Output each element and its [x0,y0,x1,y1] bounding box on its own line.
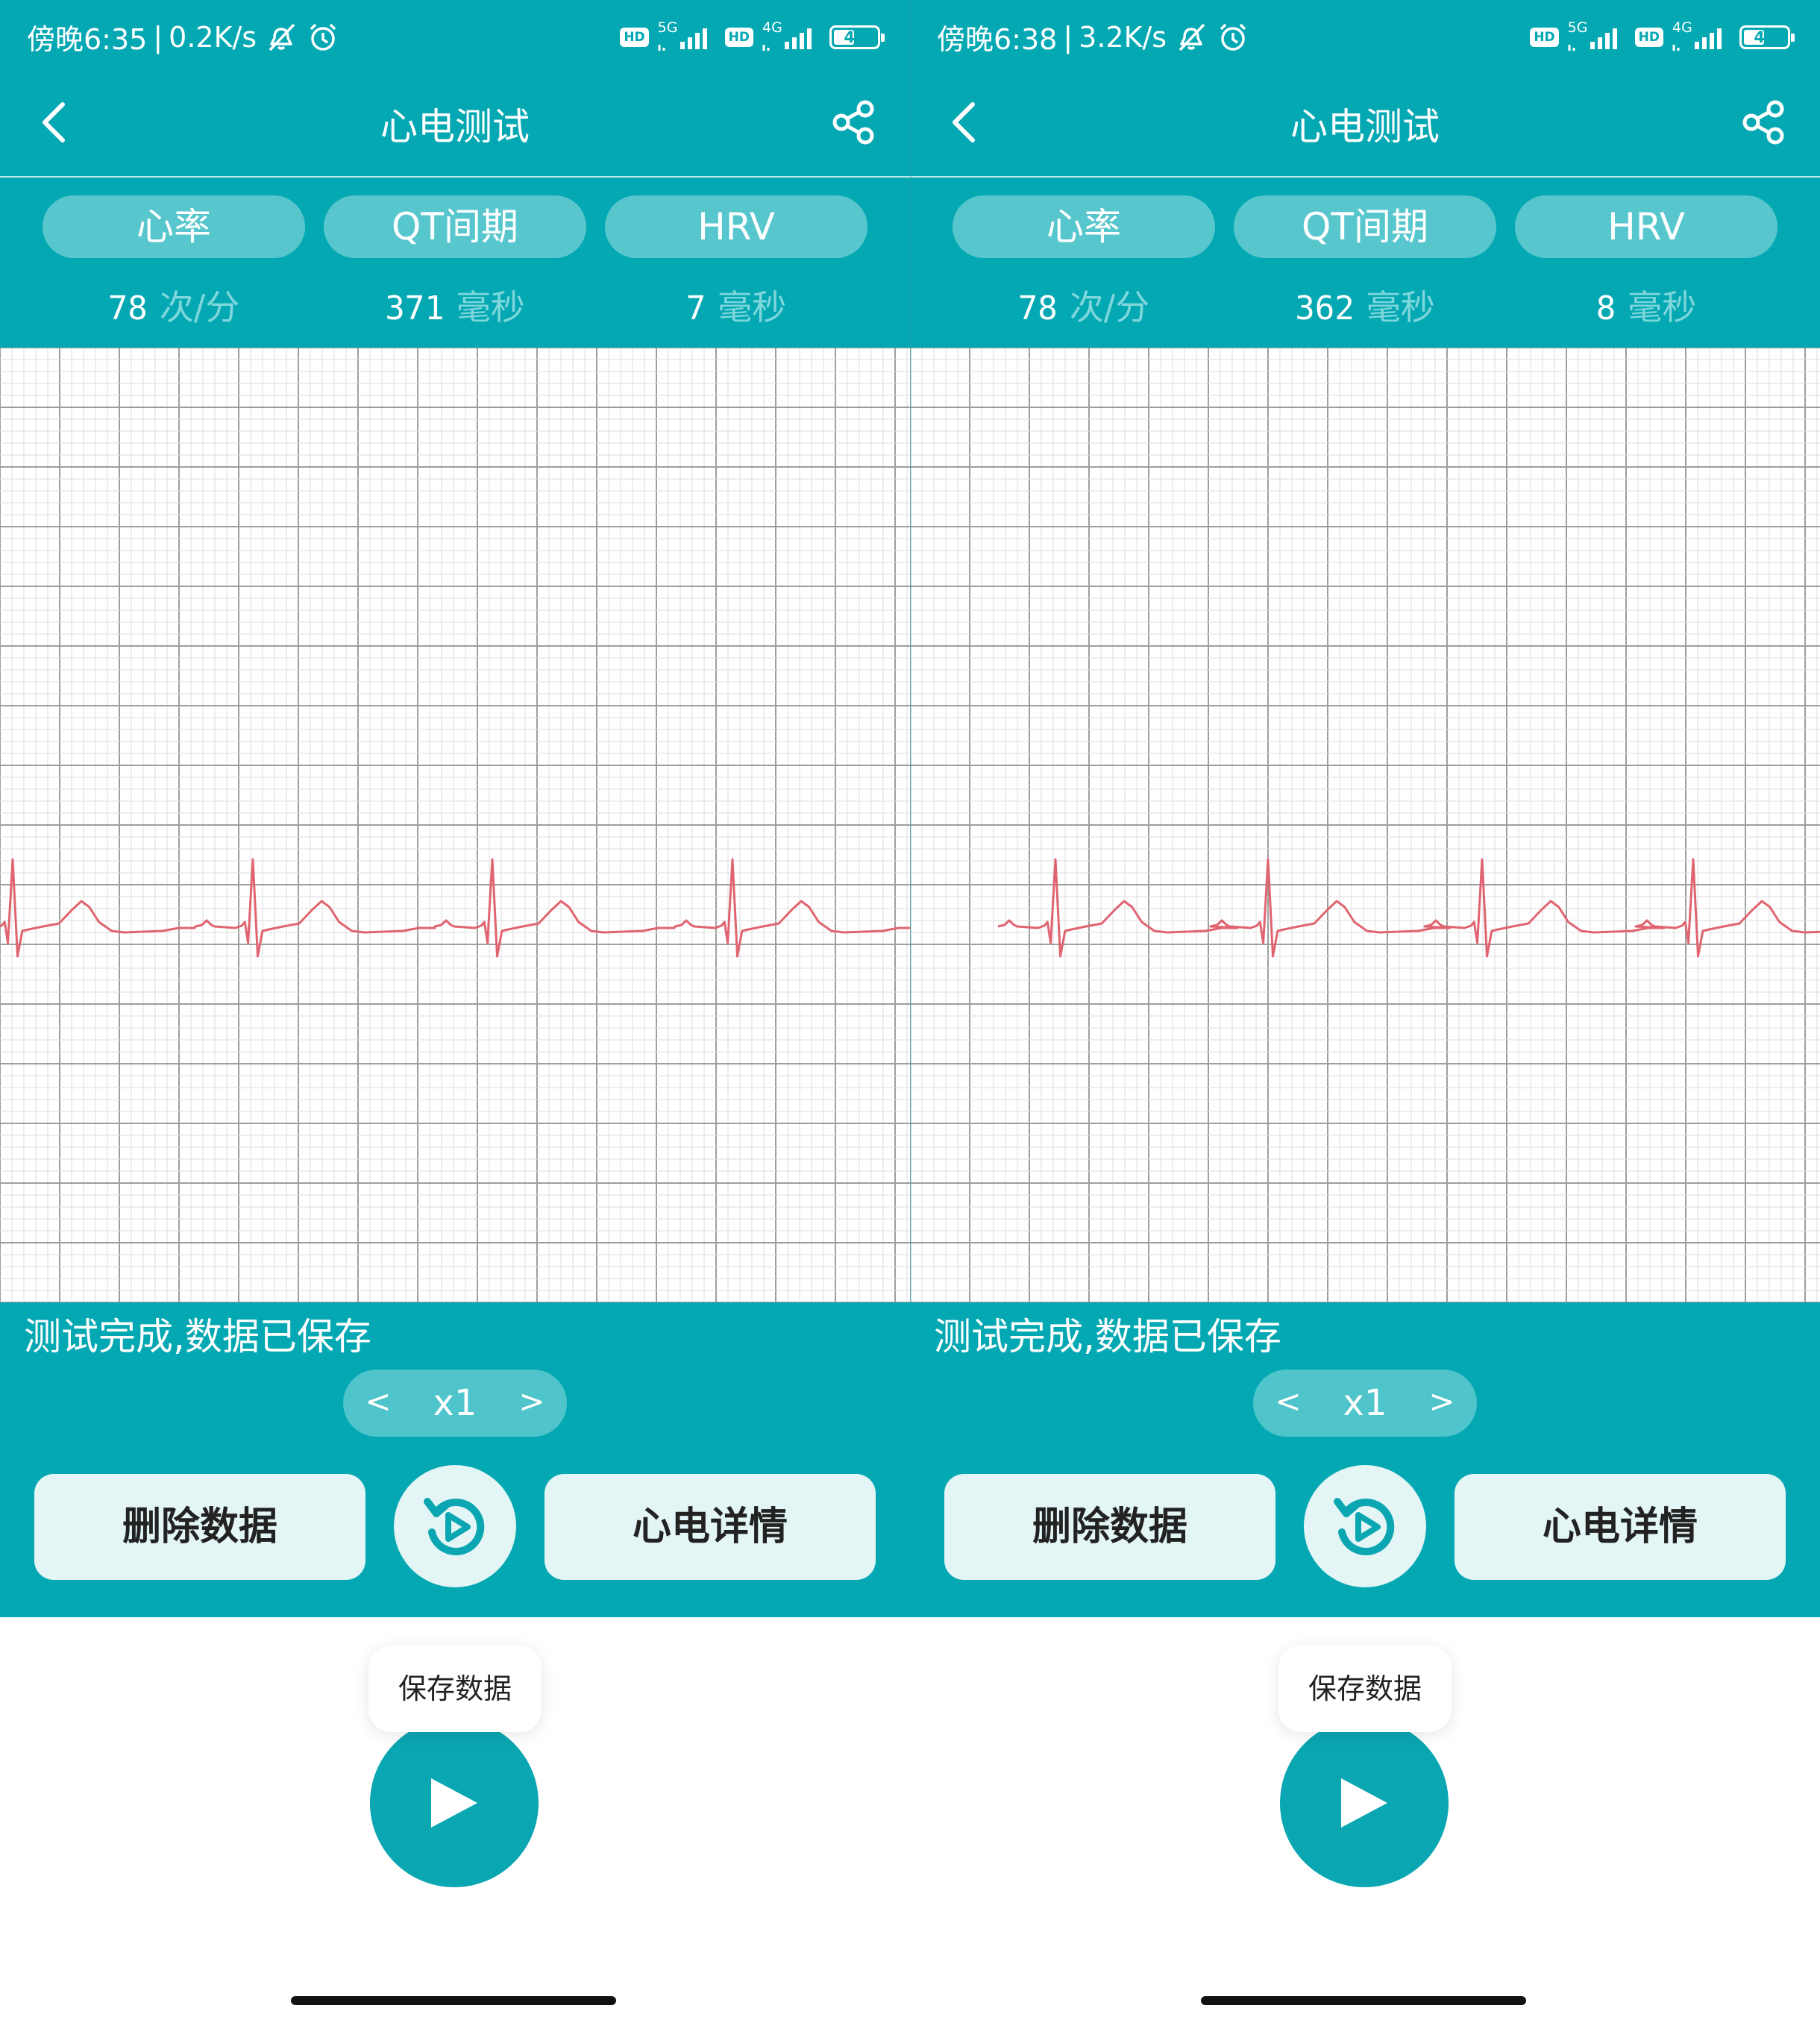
status-bar: 傍晚6:35 | 0.2K/s HD 5G HD 4G 48 [0,0,910,78]
tab-hrv[interactable]: HRV [1515,195,1777,258]
replay-icon [1334,1498,1395,1555]
battery-level: 48 [1754,28,1776,46]
ecg-screen-1: 傍晚6:35 | 0.2K/s HD 5G HD 4G 48 心电测试 心率 Q… [0,0,910,2023]
delete-data-button[interactable]: 删除数据 [944,1474,1275,1580]
save-data-tooltip: 保存数据 [1278,1646,1452,1732]
alarm-icon [1220,23,1246,51]
save-data-tooltip: 保存数据 [368,1646,542,1732]
status-separator: | [1063,20,1073,54]
alarm-icon [310,23,336,51]
app-header: 心电测试 [0,78,910,178]
heart-rate-value: 78 [107,289,148,327]
ecg-grid [0,348,910,1302]
tab-hrv[interactable]: HRV [605,195,867,258]
ecg-trace [997,858,1820,958]
metric-heart-rate: 78 次/分 [43,280,305,330]
speed-next-button[interactable]: > [506,1370,558,1437]
playback-speed-control: < x1 > [343,1370,567,1437]
qt-interval-unit: 毫秒 [1366,287,1435,327]
qt-interval-unit: 毫秒 [456,287,525,327]
ecg-grid [910,348,1820,1302]
speed-value: x1 [1343,1382,1387,1424]
status-bar: 傍晚6:38 | 3.2K/s HD 5G HD 4G 48 [910,0,1820,78]
ecg-detail-button[interactable]: 心电详情 [545,1474,876,1580]
signal-4g-icon: 4G [761,19,822,52]
metric-hrv: 8 毫秒 [1515,280,1777,330]
qt-interval-value: 371 [385,289,445,327]
vibrate-off-icon [269,23,295,51]
metric-heart-rate: 78 次/分 [953,280,1215,330]
speed-next-button[interactable]: > [1416,1370,1468,1437]
signal-5g-icon: 5G [1566,19,1628,52]
ecg-detail-button[interactable]: 心电详情 [1455,1474,1786,1580]
hd-badge: HD [1634,28,1663,47]
page-title: 心电测试 [1290,105,1440,148]
play-button[interactable] [1280,1719,1449,1887]
status-time: 傍晚6:35 [27,23,148,56]
home-indicator[interactable] [291,1996,616,2005]
status-net-speed: 0.2K/s [169,20,257,54]
hd-badge: HD [724,28,753,47]
ecg-chart [910,348,1820,1302]
metric-qt-interval: 362 毫秒 [1234,280,1496,330]
heart-rate-value: 78 [1017,289,1058,327]
share-icon[interactable] [823,92,883,152]
vibrate-off-icon [1179,23,1205,51]
metric-qt-interval: 371 毫秒 [324,280,586,330]
test-complete-message: 测试完成,数据已保存 [24,1315,371,1358]
app-header: 心电测试 [910,78,1820,178]
test-complete-message: 测试完成,数据已保存 [934,1315,1281,1358]
ecg-trace [0,858,910,958]
home-indicator[interactable] [1201,1996,1526,2005]
heart-rate-unit: 次/分 [1069,287,1150,327]
share-icon[interactable] [1733,92,1793,152]
hd-badge: HD [620,28,649,47]
page-title: 心电测试 [380,105,530,148]
speed-value: x1 [433,1382,477,1424]
metric-hrv: 7 毫秒 [605,280,867,330]
hrv-unit: 毫秒 [718,287,787,327]
status-time: 傍晚6:38 [937,23,1058,56]
playback-speed-control: < x1 > [1253,1370,1477,1437]
ecg-chart [0,348,910,1302]
hrv-value: 8 [1595,289,1616,327]
qt-interval-value: 362 [1295,289,1355,327]
play-icon [431,1778,477,1828]
status-net-speed: 3.2K/s [1079,20,1167,54]
tab-qt-interval[interactable]: QT间期 [324,195,586,258]
signal-4g-icon: 4G [1671,19,1732,52]
replay-button[interactable] [1304,1465,1426,1587]
replay-icon [424,1498,485,1555]
battery-icon: 48 [1739,25,1795,49]
play-icon [1341,1778,1387,1828]
delete-data-button[interactable]: 删除数据 [34,1474,365,1580]
hrv-value: 7 [685,289,706,327]
signal-5g-icon: 5G [656,19,718,52]
replay-button[interactable] [394,1465,516,1587]
battery-level: 48 [844,28,866,46]
tab-heart-rate[interactable]: 心率 [953,195,1215,258]
status-separator: | [153,20,163,54]
heart-rate-unit: 次/分 [159,287,240,327]
hrv-unit: 毫秒 [1628,287,1697,327]
ecg-screen-2: 傍晚6:38 | 3.2K/s HD 5G HD 4G 48 心电测试 心率 Q… [910,0,1820,2023]
battery-icon: 48 [829,25,885,49]
hd-badge: HD [1530,28,1559,47]
tab-heart-rate[interactable]: 心率 [43,195,305,258]
tab-qt-interval[interactable]: QT间期 [1234,195,1496,258]
play-button[interactable] [370,1719,539,1887]
